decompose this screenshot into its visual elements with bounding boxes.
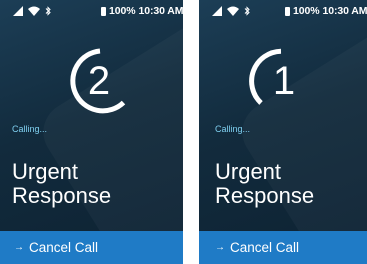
alert-title-line1: Urgent: [215, 159, 282, 184]
arrow-right-icon: →: [14, 242, 24, 253]
background-decoration: [231, 0, 367, 264]
status-icons: [212, 5, 250, 17]
cancel-call-label: Cancel Call: [230, 240, 300, 255]
battery-percent: 100%: [109, 5, 136, 17]
alert-title-line2: Response: [215, 183, 315, 208]
wifi-icon: [28, 6, 40, 16]
calling-status: Calling...: [215, 124, 251, 134]
signal-icon: [13, 6, 23, 16]
status-bar: 100% 10:30 AM: [199, 0, 367, 22]
battery-percent: 100%: [293, 5, 320, 17]
battery-icon: [285, 6, 290, 16]
phone-screen-countdown-1: 100% 10:30 AM 1 Calling... Urgent Respon…: [199, 0, 367, 264]
status-right: 100% 10:30 AM: [285, 5, 367, 17]
cancel-call-button[interactable]: → Cancel Call: [199, 231, 367, 264]
alert-title: Urgent Response: [215, 160, 314, 208]
countdown-indicator: 1: [249, 46, 319, 116]
battery-icon: [101, 6, 106, 16]
status-icons: [13, 5, 51, 17]
arrow-right-icon: →: [215, 242, 225, 253]
countdown-number: 1: [272, 59, 296, 103]
cancel-call-label: Cancel Call: [29, 240, 99, 255]
bluetooth-icon: [45, 6, 51, 16]
alert-title-line2: Response: [12, 183, 112, 208]
background-decoration: [32, 0, 183, 264]
alert-title: Urgent Response: [12, 160, 111, 208]
countdown-number: 2: [87, 59, 111, 103]
wifi-icon: [227, 6, 239, 16]
phone-screen-countdown-2: 100% 10:30 AM 2 Calling... Urgent Respon…: [0, 0, 183, 264]
status-bar: 100% 10:30 AM: [0, 0, 183, 22]
signal-icon: [212, 6, 222, 16]
bluetooth-icon: [244, 6, 250, 16]
calling-status: Calling...: [12, 124, 48, 134]
cancel-call-button[interactable]: → Cancel Call: [0, 231, 183, 264]
alert-title-line1: Urgent: [12, 159, 79, 184]
clock-time: 10:30 AM: [322, 5, 367, 17]
status-right: 100% 10:30 AM: [101, 5, 183, 17]
clock-time: 10:30 AM: [138, 5, 183, 17]
countdown-indicator: 2: [64, 46, 134, 116]
